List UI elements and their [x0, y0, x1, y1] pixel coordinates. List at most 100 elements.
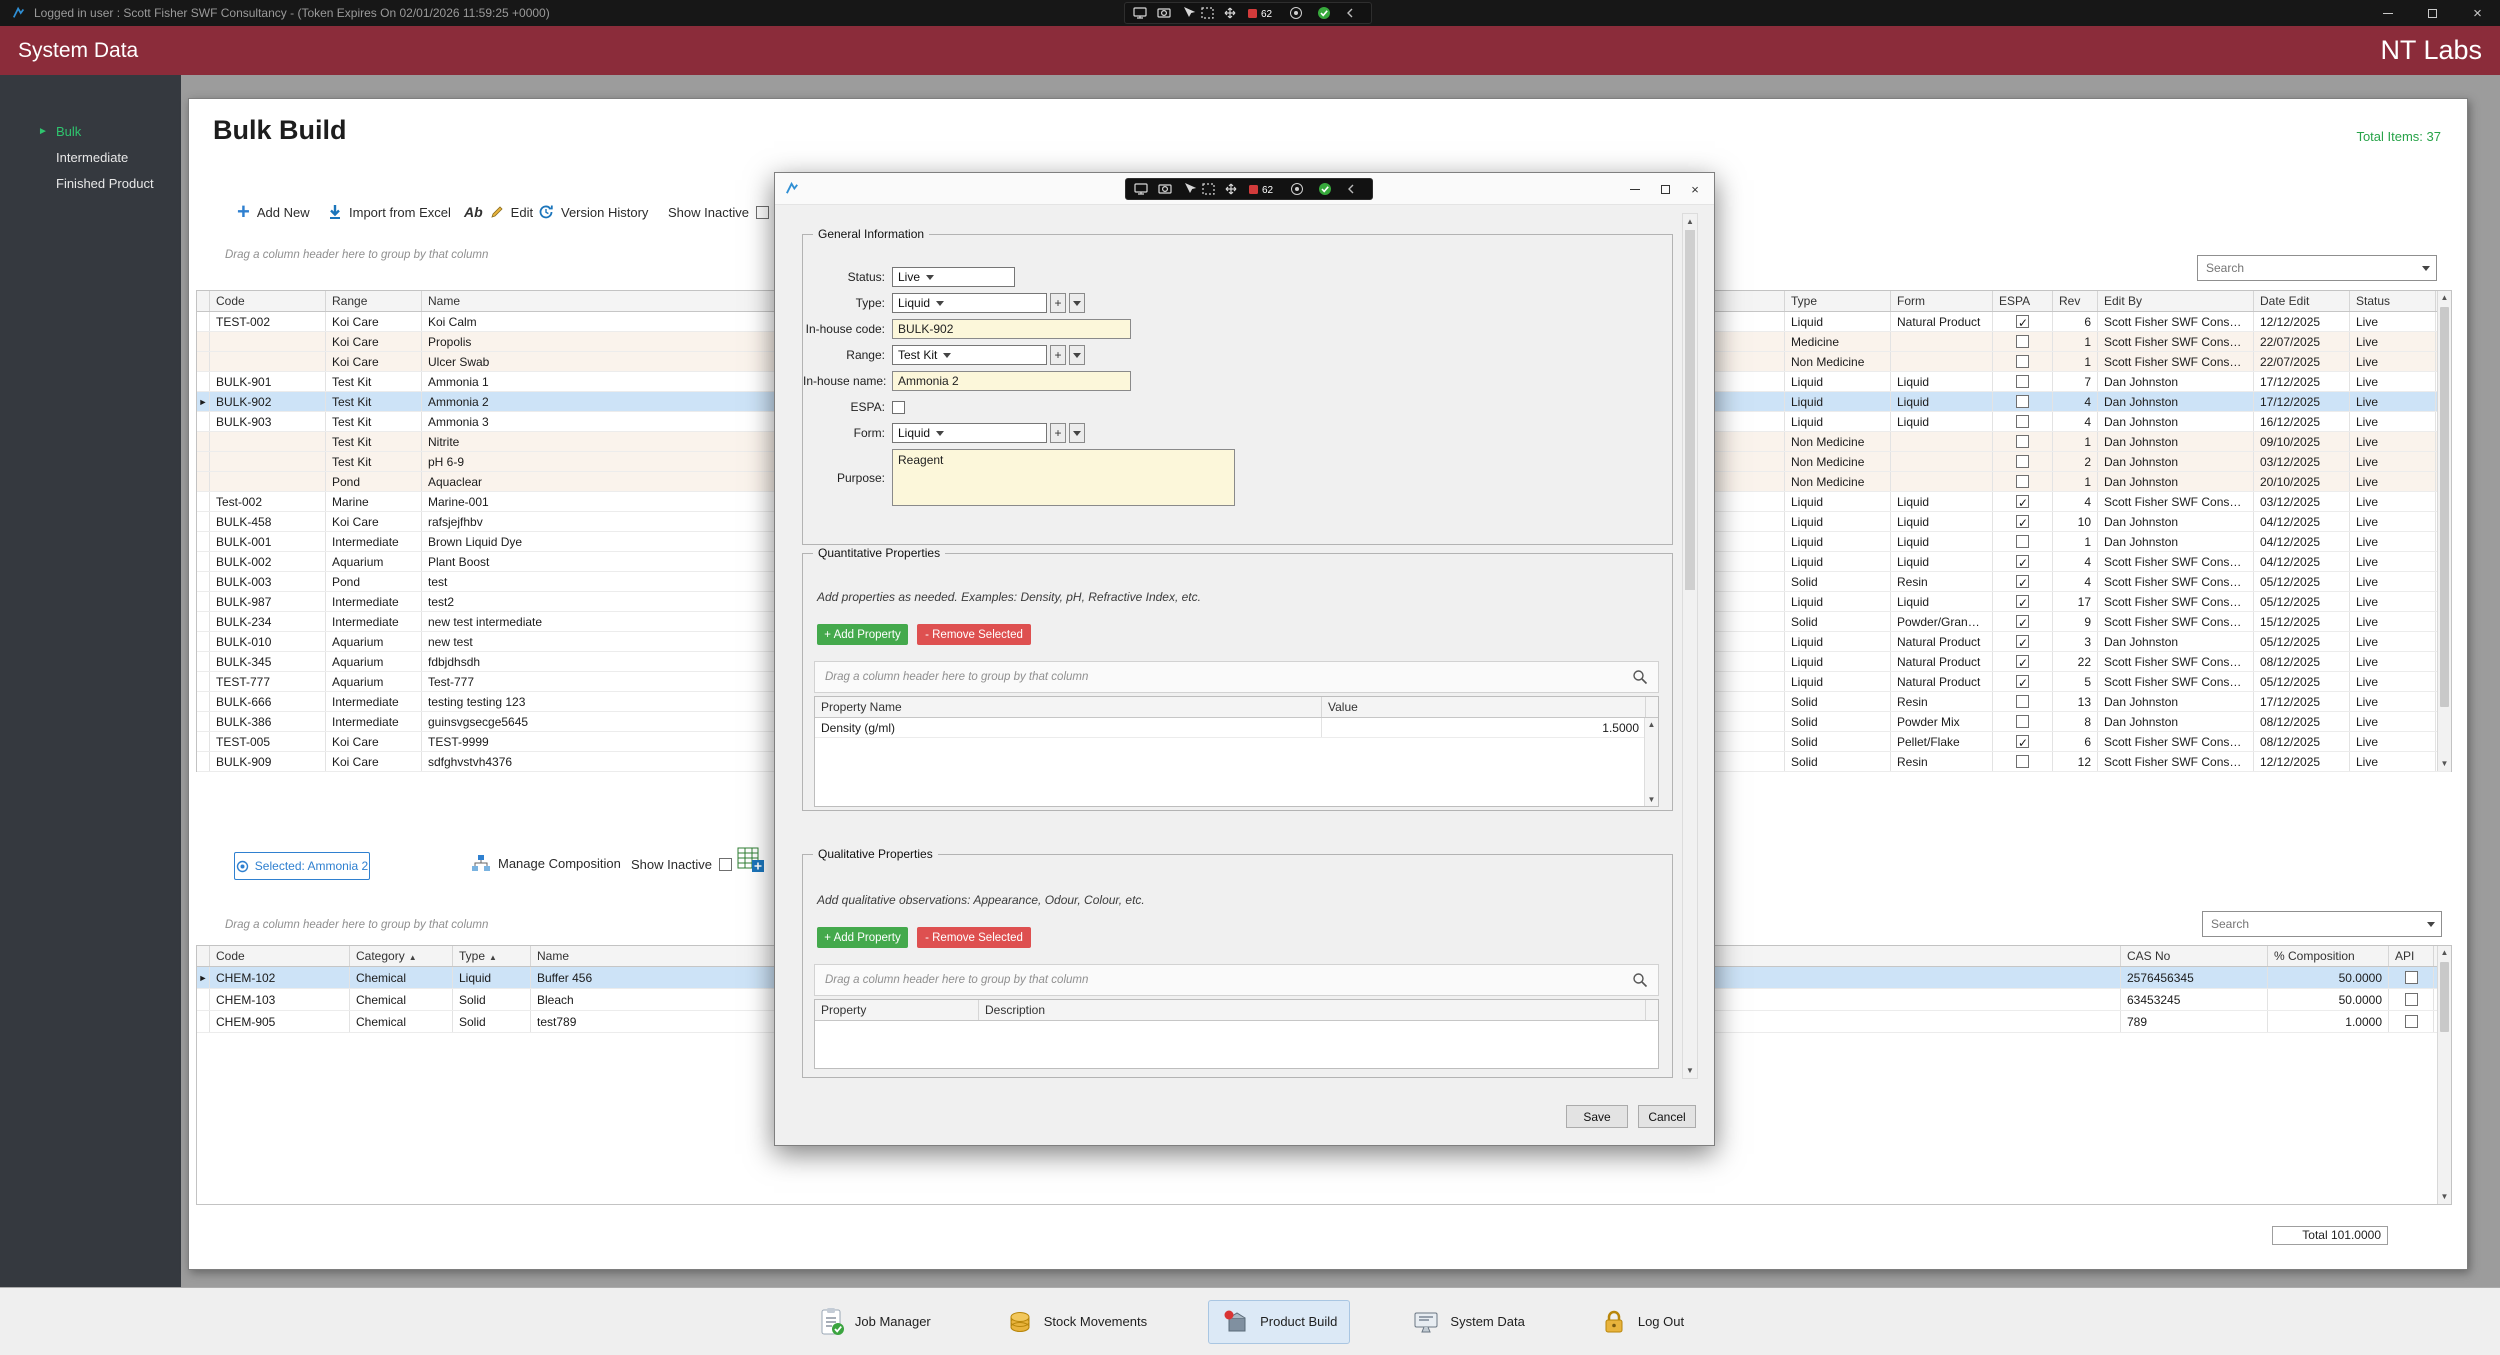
search-input[interactable]	[2198, 261, 2416, 275]
col-header-category[interactable]: Category▲	[350, 946, 453, 966]
col-header-property-name[interactable]: Property Name	[815, 697, 1322, 717]
checkbox[interactable]	[2016, 675, 2029, 688]
checkbox[interactable]	[2405, 1015, 2418, 1028]
inhouse-name-field[interactable]: Ammonia 2	[892, 371, 1131, 391]
scroll-thumb[interactable]	[2440, 307, 2449, 707]
edit-button[interactable]: Ab Edit	[464, 199, 533, 225]
checkbox[interactable]	[2016, 715, 2029, 728]
taskbar-item-system-data[interactable]: System Data	[1398, 1300, 1537, 1344]
search-input[interactable]	[2203, 917, 2421, 931]
col-header-description[interactable]: Description	[979, 1000, 1646, 1020]
export-excel-button[interactable]	[737, 847, 765, 876]
checkbox[interactable]	[2016, 415, 2029, 428]
col-header-status[interactable]: Status	[2350, 291, 2436, 311]
purpose-field[interactable]: Reagent	[892, 449, 1235, 506]
checkbox[interactable]	[2016, 655, 2029, 668]
close-button[interactable]: ×	[2455, 0, 2500, 26]
scroll-thumb[interactable]	[2440, 962, 2449, 1032]
scroll-up-icon[interactable]: ▲	[1645, 718, 1658, 731]
col-header-editby[interactable]: Edit By	[2098, 291, 2254, 311]
col-header-form[interactable]: Form	[1891, 291, 1993, 311]
capture-overlay-toolbar[interactable]: 62	[1124, 2, 1372, 24]
scroll-down-icon[interactable]: ▼	[2438, 1190, 2451, 1204]
checkbox[interactable]	[2016, 315, 2029, 328]
checkbox[interactable]	[2016, 595, 2029, 608]
manage-composition-button[interactable]: Manage Composition	[471, 854, 621, 872]
col-header-composition[interactable]: % Composition	[2268, 946, 2389, 966]
taskbar-item-stock-movements[interactable]: Stock Movements	[992, 1300, 1160, 1344]
composition-show-inactive-toggle[interactable]: Show Inactive	[631, 857, 732, 872]
checkbox[interactable]	[2016, 455, 2029, 468]
col-header-rev[interactable]: Rev	[2053, 291, 2098, 311]
scroll-thumb[interactable]	[1685, 230, 1695, 590]
inhouse-code-field[interactable]: BULK-902	[892, 319, 1131, 339]
form-dropdown-button[interactable]	[1069, 423, 1085, 443]
show-inactive-checkbox[interactable]	[719, 858, 732, 871]
type-select[interactable]: Liquid	[892, 293, 1047, 313]
checkbox[interactable]	[2016, 515, 2029, 528]
scroll-down-icon[interactable]: ▼	[2438, 757, 2451, 771]
col-header-type[interactable]: Type	[1785, 291, 1891, 311]
checkbox[interactable]	[2016, 395, 2029, 408]
type-add-button[interactable]: +	[1050, 293, 1066, 313]
scroll-up-icon[interactable]: ▲	[2438, 291, 2451, 305]
taskbar-item-product-build[interactable]: Product Build	[1208, 1300, 1350, 1344]
col-header-type[interactable]: Type▲	[453, 946, 531, 966]
show-inactive-toggle[interactable]: Show Inactive	[668, 199, 769, 225]
col-header-value[interactable]: Value	[1322, 697, 1646, 717]
minimize-button[interactable]	[2365, 0, 2410, 26]
col-header-dateedit[interactable]: Date Edit	[2254, 291, 2350, 311]
scroll-down-icon[interactable]: ▼	[1645, 793, 1658, 806]
checkbox[interactable]	[2016, 555, 2029, 568]
dialog-maximize-button[interactable]	[1650, 174, 1680, 204]
composition-search-combo[interactable]	[2202, 911, 2442, 937]
sidebar-item-bulk[interactable]: ►Bulk	[0, 119, 181, 145]
range-select[interactable]: Test Kit	[892, 345, 1047, 365]
sidebar-item-finished-product[interactable]: Finished Product	[0, 171, 181, 197]
col-header-property[interactable]: Property	[815, 1000, 979, 1020]
checkbox[interactable]	[2405, 971, 2418, 984]
vertical-scrollbar[interactable]: ▲ ▼	[2437, 946, 2451, 1204]
range-add-button[interactable]: +	[1050, 345, 1066, 365]
table-row[interactable]: Density (g/ml)1.5000	[815, 718, 1658, 738]
vertical-scrollbar[interactable]: ▲ ▼	[2437, 291, 2451, 771]
remove-selected-button[interactable]: - Remove Selected	[917, 624, 1031, 645]
cancel-button[interactable]: Cancel	[1638, 1105, 1696, 1128]
capture-overlay-toolbar[interactable]: 62	[1125, 178, 1373, 200]
checkbox[interactable]	[2016, 735, 2029, 748]
search-icon[interactable]	[1632, 972, 1648, 988]
col-header-casno[interactable]: CAS No	[2121, 946, 2268, 966]
dialog-minimize-button[interactable]	[1620, 174, 1650, 204]
version-history-button[interactable]: Version History	[538, 199, 648, 225]
checkbox[interactable]	[2016, 355, 2029, 368]
scroll-up-icon[interactable]: ▲	[1683, 214, 1697, 229]
col-header-range[interactable]: Range	[326, 291, 422, 311]
chevron-down-icon[interactable]	[2416, 256, 2436, 280]
checkbox[interactable]	[2016, 475, 2029, 488]
taskbar-item-log-out[interactable]: Log Out	[1586, 1300, 1697, 1344]
checkbox[interactable]	[2016, 615, 2029, 628]
checkbox[interactable]	[2016, 435, 2029, 448]
remove-selected-button[interactable]: - Remove Selected	[917, 927, 1031, 948]
status-select[interactable]: Live	[892, 267, 1015, 287]
chevron-down-icon[interactable]	[2421, 912, 2441, 936]
checkbox[interactable]	[2016, 635, 2029, 648]
checkbox[interactable]	[2016, 375, 2029, 388]
checkbox[interactable]	[2016, 695, 2029, 708]
range-dropdown-button[interactable]	[1069, 345, 1085, 365]
dialog-close-button[interactable]: ×	[1680, 174, 1710, 204]
checkbox[interactable]	[2405, 993, 2418, 1006]
add-property-button[interactable]: + Add Property	[817, 624, 908, 645]
checkbox[interactable]	[2016, 535, 2029, 548]
scroll-up-icon[interactable]: ▲	[2438, 946, 2451, 960]
search-icon[interactable]	[1632, 669, 1648, 685]
search-combo[interactable]	[2197, 255, 2437, 281]
sidebar-item-intermediate[interactable]: Intermediate	[0, 145, 181, 171]
taskbar-item-job-manager[interactable]: Job Manager	[803, 1300, 944, 1344]
form-add-button[interactable]: +	[1050, 423, 1066, 443]
col-header-espa[interactable]: ESPA	[1993, 291, 2053, 311]
col-header-api[interactable]: API	[2389, 946, 2434, 966]
scroll-down-icon[interactable]: ▼	[1683, 1063, 1697, 1078]
import-from-excel-button[interactable]: Import from Excel	[328, 199, 451, 225]
col-header-code[interactable]: Code	[210, 946, 350, 966]
